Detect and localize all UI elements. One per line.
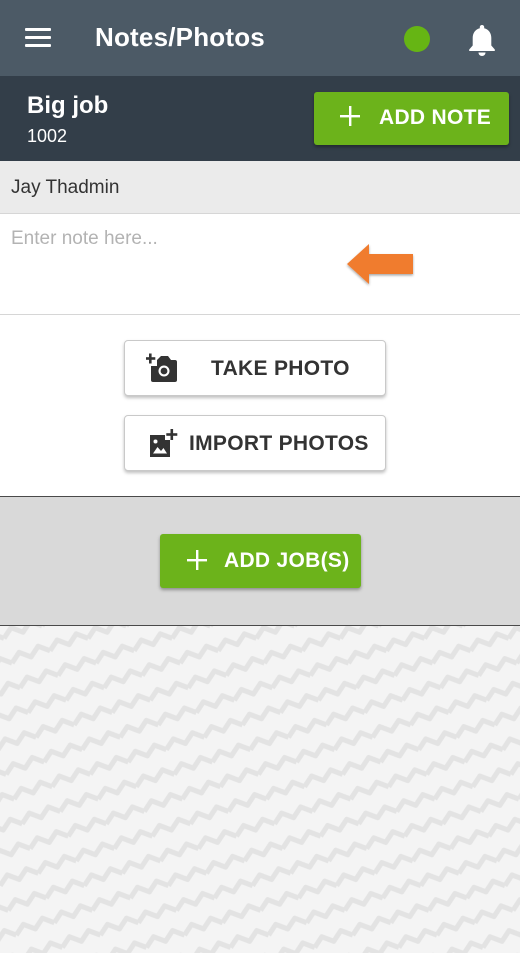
hamburger-menu-icon[interactable] bbox=[25, 28, 51, 48]
photo-actions: TAKE PHOTO IMPORT PHOTOS bbox=[0, 315, 520, 497]
take-photo-label: TAKE PHOTO bbox=[211, 357, 350, 380]
job-header: Big job 1002 ADD NOTE bbox=[0, 76, 520, 161]
plus-icon bbox=[187, 550, 207, 570]
import-photos-label: IMPORT PHOTOS bbox=[189, 432, 369, 455]
bell-icon[interactable] bbox=[467, 23, 497, 57]
app-bar: Notes/Photos bbox=[0, 0, 520, 76]
note-author-row: Jay Thadmin bbox=[0, 161, 520, 214]
online-status-dot bbox=[404, 26, 430, 52]
note-author: Jay Thadmin bbox=[11, 177, 120, 198]
left-arrow-icon bbox=[347, 244, 413, 284]
job-number: 1002 bbox=[27, 126, 68, 146]
add-jobs-button[interactable]: ADD JOB(S) bbox=[160, 534, 361, 588]
add-jobs-label: ADD JOB(S) bbox=[224, 549, 350, 572]
plus-icon bbox=[340, 106, 360, 126]
job-title: Big job bbox=[27, 92, 109, 119]
background-pattern bbox=[0, 626, 520, 953]
jobs-actions: ADD JOB(S) bbox=[0, 497, 520, 626]
add-camera-icon bbox=[146, 353, 177, 382]
add-image-icon bbox=[150, 429, 178, 457]
take-photo-button[interactable]: TAKE PHOTO bbox=[124, 340, 386, 396]
zigzag-pattern bbox=[0, 626, 520, 953]
import-photos-button[interactable]: IMPORT PHOTOS bbox=[124, 415, 386, 471]
add-note-label: ADD NOTE bbox=[379, 106, 492, 129]
add-note-button[interactable]: ADD NOTE bbox=[314, 92, 509, 145]
page-title: Notes/Photos bbox=[95, 22, 265, 52]
note-input[interactable] bbox=[0, 214, 520, 315]
